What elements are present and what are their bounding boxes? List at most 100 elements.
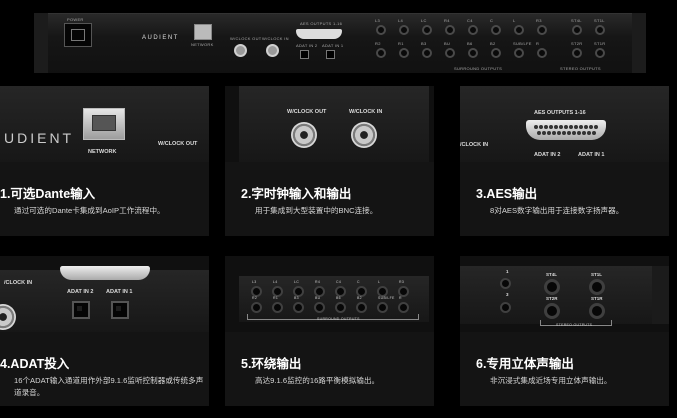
- jack-label: L: [378, 280, 381, 284]
- adat-in2-label: ADAT IN 2: [67, 289, 94, 295]
- output-jack: [595, 48, 605, 58]
- jack-label: LC: [421, 18, 427, 23]
- wclock-out-label: W/CLOCK OUT: [158, 141, 198, 147]
- card-description: 通过可选的Dante卡集成到AoIP工作流程中。: [14, 206, 165, 215]
- surround-jack: [272, 302, 283, 313]
- surround-jack: [293, 302, 304, 313]
- card-title: 6.专用立体声输出: [476, 357, 574, 371]
- rack-unit: POWER AUDIENT NETWORK W/CLOCK OUT W/CLOC…: [34, 13, 646, 73]
- card-description: 用于集成到大型装置中的BNC连接。: [255, 206, 378, 215]
- adat-in1-label: ADAT IN 1: [322, 43, 344, 48]
- output-jack: [468, 48, 478, 58]
- card-description: 非沉浸式集成近场专用立体声输出。: [490, 376, 612, 385]
- rack-ear-left: [34, 13, 48, 73]
- output-jack: [376, 25, 386, 35]
- stereo-outputs-label: STEREO OUTPUTS: [556, 323, 593, 327]
- dsub-pin: [589, 125, 593, 129]
- card-title: 4.ADAT投入: [0, 357, 70, 371]
- card-image-aes: AES OUTPUTS 1-16 /CLOCK IN ADAT IN 2 ADA…: [460, 86, 669, 162]
- stereo-jack-st2r: [544, 303, 560, 319]
- jack-label: B2: [490, 41, 496, 46]
- dsub-pin: [564, 125, 568, 129]
- dsub-pin: [559, 125, 563, 129]
- jack-label: L4: [398, 18, 404, 23]
- jack-label: ST1R: [594, 41, 606, 46]
- jack-label: C: [357, 280, 360, 284]
- adat-in1-label: ADAT IN 1: [106, 289, 133, 295]
- surround-jack: [377, 302, 388, 313]
- jack-label: R1: [273, 296, 279, 300]
- brand-logo: UDIENT: [4, 130, 75, 146]
- adat-in1-label: ADAT IN 1: [578, 152, 605, 158]
- output-jack: [445, 25, 455, 35]
- jack-label: B6: [336, 296, 341, 300]
- output-jack: [572, 25, 582, 35]
- adat-in2-port: [300, 50, 309, 59]
- surround-outputs-label: SURROUND OUTPUTS: [454, 66, 503, 71]
- dsub-pin: [591, 131, 596, 135]
- network-port: [194, 24, 212, 40]
- output-jack: [399, 25, 409, 35]
- jack-label: R: [399, 296, 402, 300]
- jack-label: ST1L: [594, 18, 605, 23]
- dsub-pin: [534, 125, 538, 129]
- jack-label: ST2R: [571, 41, 583, 46]
- st1l-label: ST1L: [591, 272, 603, 277]
- wclock-in-label: W/CLOCK IN: [349, 109, 383, 115]
- feature-card-word-clock: W/CLOCK OUT W/CLOCK IN 2.字时钟输入和输出 用于集成到大…: [225, 86, 434, 236]
- feature-card-dante: UDIENT NETWORK W/CLOCK OUT 1.可选Dante输入 通…: [0, 86, 209, 236]
- surround-jack: [398, 302, 409, 313]
- jack-label: ST4L: [571, 18, 582, 23]
- network-label: NETWORK: [88, 149, 117, 155]
- rear-panel-image: POWER AUDIENT NETWORK W/CLOCK OUT W/CLOC…: [0, 0, 677, 82]
- st4l-label: ST4L: [546, 272, 558, 277]
- output-jack: [399, 48, 409, 58]
- adat-in2-port: [72, 301, 90, 319]
- card-title: 1.可选Dante输入: [0, 187, 96, 201]
- dsub-pin: [536, 131, 541, 135]
- jack-label: LC: [294, 280, 300, 284]
- dsub-pin: [581, 131, 586, 135]
- dsub-pin: [539, 125, 543, 129]
- output-jack: [537, 25, 547, 35]
- card-image-surround: L3 R2 L4 R1 LC B3 R4 BU C4 B6 C B2 L SUB/LFE R3 R SURRO…: [225, 256, 434, 332]
- wclock-out-label: W/CLOCK OUT: [287, 109, 327, 115]
- jack-label: L3: [252, 280, 257, 284]
- feature-card-stereo: 1 3 ST4L ST1L ST2R ST1R STEREO OUTPUTS 6…: [460, 256, 669, 406]
- jack-label: R2: [252, 296, 258, 300]
- network-label: NETWORK: [191, 42, 214, 47]
- jack-label: C4: [467, 18, 473, 23]
- output-jack: [422, 48, 432, 58]
- output-jack: [491, 25, 501, 35]
- output-jack: [572, 48, 582, 58]
- adat-in2-label: ADAT IN 2: [534, 152, 561, 158]
- aes-dsub-connector: [526, 120, 606, 140]
- dsub-pin: [594, 125, 598, 129]
- aes-dsub-connector: [296, 29, 342, 39]
- dsub-pin: [561, 131, 566, 135]
- surround-jack: [335, 302, 346, 313]
- wclock-in-connector: [266, 44, 279, 57]
- output-jack: [376, 48, 386, 58]
- dsub-pin: [579, 125, 583, 129]
- output-jack: [514, 25, 524, 35]
- network-port: [83, 108, 125, 140]
- jack-label: BU: [315, 296, 321, 300]
- jack-label: R3: [399, 280, 405, 284]
- card-image-dante: UDIENT NETWORK W/CLOCK OUT: [0, 86, 209, 162]
- dsub-pin: [586, 131, 591, 135]
- jack-label: R: [536, 41, 540, 46]
- jack-label: B3: [294, 296, 299, 300]
- output-jack: [491, 48, 501, 58]
- wclock-out-connector: [234, 44, 247, 57]
- output-jack: [468, 25, 478, 35]
- output-jack: [537, 48, 547, 58]
- wclock-in-label: W/CLOCK IN: [262, 36, 289, 41]
- adat-in2-label: ADAT IN 2: [296, 43, 318, 48]
- wclock-in-connector: [351, 122, 377, 148]
- jack-label: B2: [357, 296, 362, 300]
- jack-label: R4: [315, 280, 321, 284]
- wclock-in-label: /CLOCK IN: [4, 280, 33, 286]
- power-inlet: [64, 23, 92, 47]
- jack-label: R4: [444, 18, 450, 23]
